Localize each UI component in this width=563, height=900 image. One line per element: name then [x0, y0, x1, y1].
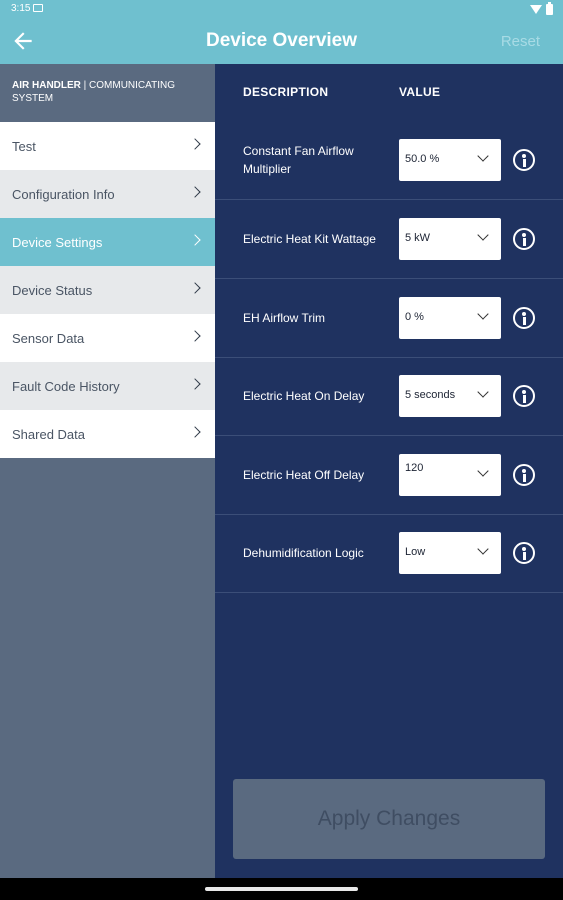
setting-row-heat-kit-wattage: Electric Heat Kit Wattage 5 kW [215, 200, 563, 279]
setting-label: EH Airflow Trim [243, 311, 326, 325]
sidebar-item-label: Sensor Data [12, 330, 85, 346]
chevron-right-icon [189, 378, 201, 390]
system-nav-bar [0, 878, 563, 900]
column-header-description: DESCRIPTION [243, 85, 329, 99]
sidebar-item-label: Shared Data [12, 426, 85, 442]
setting-label: Electric Heat On Delay [243, 389, 365, 403]
sidebar-item-device-settings[interactable]: Device Settings [0, 218, 215, 266]
sidebar-item-label: Configuration Info [12, 186, 115, 202]
sidebar-item-fault-code-history[interactable]: Fault Code History [0, 362, 215, 410]
setting-row-heat-on-delay: Electric Heat On Delay 5 seconds [215, 357, 563, 436]
chevron-down-icon [477, 150, 489, 162]
status-time: 3:15 [11, 3, 31, 14]
dropdown-value: 0 % [405, 311, 424, 323]
sidebar-item-label: Device Settings [12, 234, 103, 250]
setting-row-heat-off-delay: Electric Heat Off Delay 120 [215, 436, 563, 515]
chevron-right-icon [189, 282, 201, 294]
chevron-right-icon [189, 138, 201, 150]
status-icons [530, 1, 553, 15]
info-icon[interactable] [513, 385, 535, 407]
sidebar-item-test[interactable]: Test [0, 122, 215, 170]
settings-panel: DESCRIPTION VALUE Constant Fan Airflow M… [215, 64, 563, 878]
sidebar-item-label: Test [12, 138, 36, 154]
setting-row-eh-airflow-trim: EH Airflow Trim 0 % [215, 279, 563, 358]
chevron-right-icon [189, 234, 201, 246]
dropdown-value: 5 seconds [405, 389, 456, 401]
value-dropdown[interactable]: 5 kW [399, 218, 501, 260]
chevron-down-icon [477, 543, 489, 555]
sidebar-item-sensor-data[interactable]: Sensor Data [0, 314, 215, 362]
sidebar-item-configuration-info[interactable]: Configuration Info [0, 170, 215, 218]
battery-icon [546, 1, 553, 15]
info-icon[interactable] [513, 542, 535, 564]
info-icon[interactable] [513, 228, 535, 250]
dropdown-value: 50.0 % [405, 153, 440, 165]
sidebar-item-label: Fault Code History [12, 378, 120, 394]
dropdown-value: Low [405, 546, 426, 558]
value-dropdown[interactable]: 120 [399, 454, 501, 496]
home-handle[interactable] [205, 887, 358, 891]
apply-changes-button[interactable]: Apply Changes [233, 779, 545, 859]
reset-button[interactable]: Reset [501, 33, 540, 50]
status-bar: 3:15 [0, 0, 563, 18]
value-dropdown[interactable]: Low [399, 532, 501, 574]
setting-row-dehumidification-logic: Dehumidification Logic Low [215, 514, 563, 593]
wifi-icon [530, 4, 542, 14]
chevron-right-icon [189, 426, 201, 438]
sidebar: AIR HANDLER | COMMUNICATING SYSTEM Test … [0, 64, 215, 878]
chevron-down-icon [477, 308, 489, 320]
setting-label: Dehumidification Logic [243, 546, 364, 560]
column-header-value: VALUE [399, 85, 441, 99]
info-icon[interactable] [513, 307, 535, 329]
info-icon[interactable] [513, 149, 535, 171]
sidebar-item-label: Device Status [12, 282, 93, 298]
value-dropdown[interactable]: 5 seconds [399, 375, 501, 417]
setting-row-fan-airflow-multiplier: Constant Fan Airflow Multiplier 50.0 % [215, 121, 563, 200]
dropdown-value: 5 kW [405, 232, 431, 244]
sidebar-item-shared-data[interactable]: Shared Data [0, 410, 215, 458]
setting-label: Electric Heat Kit Wattage [243, 232, 376, 246]
dropdown-value: 120 [405, 462, 424, 474]
setting-label: Electric Heat Off Delay [243, 468, 365, 482]
chevron-down-icon [477, 229, 489, 241]
chevron-down-icon [477, 386, 489, 398]
page-title: Device Overview [205, 30, 358, 51]
screencast-icon [33, 4, 43, 12]
value-dropdown[interactable]: 50.0 % [399, 139, 501, 181]
chevron-right-icon [189, 186, 201, 198]
device-header: AIR HANDLER | COMMUNICATING SYSTEM [0, 64, 215, 122]
value-dropdown[interactable]: 0 % [399, 297, 501, 339]
chevron-down-icon [477, 465, 489, 477]
sidebar-item-device-status[interactable]: Device Status [0, 266, 215, 314]
device-type: AIR HANDLER [12, 80, 81, 91]
app-bar: Device Overview Reset [0, 18, 563, 64]
chevron-right-icon [189, 330, 201, 342]
info-icon[interactable] [513, 464, 535, 486]
setting-label: Constant Fan Airflow Multiplier [243, 144, 354, 176]
